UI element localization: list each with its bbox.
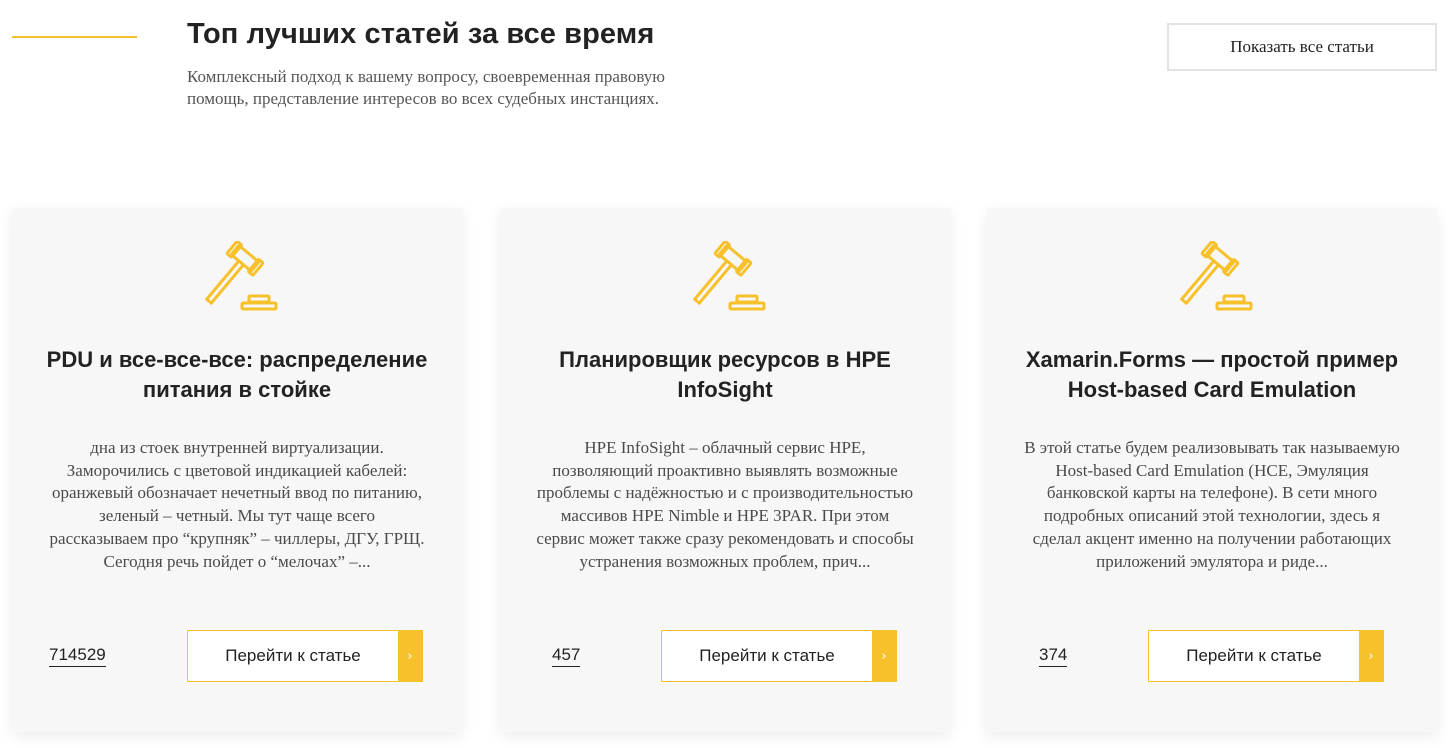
view-count[interactable]: 374 — [1039, 645, 1068, 667]
article-title: Xamarin.Forms — простой пример Host-base… — [1025, 347, 1399, 402]
go-to-article-button[interactable]: Перейти к статье › — [187, 630, 423, 682]
chevron-right-icon: › — [1359, 631, 1383, 681]
gavel-icon — [693, 241, 766, 311]
article-excerpt: HPE InfoSight – облачный сервис HPE, поз… — [536, 438, 914, 571]
gavel-icon — [205, 241, 278, 311]
view-count[interactable]: 714529 — [49, 645, 106, 667]
go-to-article-label: Перейти к статье — [225, 646, 361, 665]
view-count[interactable]: 457 — [552, 645, 581, 667]
chevron-right-icon: › — [398, 631, 422, 681]
article-title: PDU и все-все-все: распределение питания… — [46, 347, 428, 402]
section-subtitle: Комплексный подход к вашему вопросу, сво… — [187, 67, 665, 108]
article-card: Планировщик ресурсов в HPE InfoSight HPE… — [500, 208, 950, 732]
gavel-icon — [1180, 241, 1253, 311]
chevron-right-icon: › — [872, 631, 896, 681]
go-to-article-label: Перейти к статье — [699, 646, 835, 665]
section-title: Топ лучших статей за все время — [187, 18, 655, 50]
go-to-article-button[interactable]: Перейти к статье › — [1148, 630, 1384, 682]
go-to-article-label: Перейти к статье — [1186, 646, 1322, 665]
article-card: Xamarin.Forms — простой пример Host-base… — [987, 208, 1437, 732]
article-excerpt: дна из стоек внутренней виртуализации. З… — [49, 438, 425, 571]
article-title: Планировщик ресурсов в HPE InfoSight — [559, 347, 891, 402]
article-card: PDU и все-все-все: распределение питания… — [12, 208, 462, 732]
go-to-article-button[interactable]: Перейти к статье › — [661, 630, 897, 682]
accent-line — [12, 36, 137, 38]
article-excerpt: В этой статье будем реализовывать так на… — [1024, 438, 1400, 571]
show-all-articles-button[interactable]: Показать все статьи — [1167, 23, 1437, 71]
